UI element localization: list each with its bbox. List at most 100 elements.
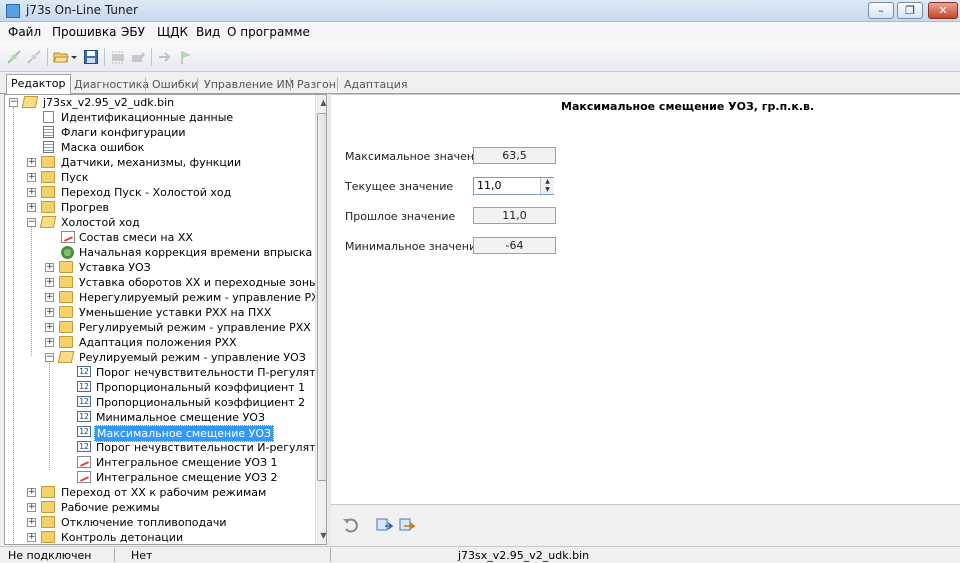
min-value-label: Минимальное значение (345, 240, 483, 253)
status-bar: Не подключен Нет j73sx_v2.95_v2_udk.bin (0, 546, 960, 563)
app-icon (6, 4, 20, 18)
expand-toggle[interactable]: + (45, 278, 54, 287)
tab-diagnostics[interactable]: Диагностика (70, 76, 153, 94)
tab-acceleration[interactable]: Разгон (293, 76, 340, 94)
collapse-toggle[interactable]: − (9, 98, 18, 107)
tree-item-label: Интегральное смещение УОЗ 1 (96, 456, 278, 469)
menu-file[interactable]: Файл (8, 25, 41, 39)
number-icon: 12 (77, 396, 91, 407)
collapse-toggle[interactable]: − (45, 353, 54, 362)
number-icon: 12 (77, 366, 91, 377)
previous-value-field: 11,0 (473, 207, 556, 224)
expand-toggle[interactable]: + (45, 293, 54, 302)
menu-view[interactable]: Вид (196, 25, 220, 39)
folder-open-icon (39, 216, 57, 228)
tree-root-label: j73sx_v2.95_v2_udk.bin (43, 96, 175, 109)
tab-errors[interactable]: Ошибки (148, 76, 202, 94)
scroll-down-icon[interactable]: ▼ (316, 528, 326, 544)
copy-to-icon[interactable] (399, 517, 417, 533)
min-value-field: -64 (473, 237, 556, 254)
scroll-up-icon[interactable]: ▲ (316, 95, 326, 111)
tree-item-label: Идентификационные данные (61, 111, 234, 124)
expand-toggle[interactable]: + (27, 158, 36, 167)
tab-adaptation[interactable]: Адаптация (340, 76, 411, 94)
maximize-button[interactable]: ❐ (897, 2, 923, 19)
expand-toggle[interactable]: + (45, 323, 54, 332)
expand-toggle[interactable]: + (27, 188, 36, 197)
chip-read-icon[interactable] (110, 49, 126, 65)
chart-icon (77, 456, 91, 468)
folder-open-icon (57, 351, 75, 363)
expand-toggle[interactable]: + (27, 518, 36, 527)
tab-separator (337, 78, 338, 91)
tree-item-label: Датчики, механизмы, функции (61, 156, 242, 169)
collapse-toggle[interactable]: − (27, 218, 36, 227)
max-value-label: Максимальное значение (345, 150, 488, 163)
arrow-right-icon[interactable] (157, 49, 173, 65)
folder-icon (59, 291, 73, 303)
connection-status: Не подключен (8, 549, 92, 562)
expand-toggle[interactable]: + (27, 173, 36, 182)
file-name-status: j73sx_v2.95_v2_udk.bin (458, 549, 590, 562)
tree-item-label: Пропорциональный коэффициент 2 (96, 396, 306, 409)
tab-editor[interactable]: Редактор (6, 74, 71, 95)
menu-shdk[interactable]: ЩДК (157, 25, 188, 39)
tree-guide-line (49, 355, 50, 470)
expand-toggle[interactable]: + (45, 338, 54, 347)
open-folder-icon[interactable] (53, 49, 69, 65)
number-icon: 12 (77, 441, 91, 452)
copy-from-icon[interactable] (376, 517, 394, 533)
minimize-button[interactable]: – (868, 2, 894, 19)
spin-down-icon[interactable]: ▼ (541, 186, 554, 194)
folder-icon (59, 261, 73, 273)
doc-icon (43, 111, 54, 123)
tree-guide-line (13, 107, 14, 544)
save-icon[interactable] (83, 49, 99, 65)
menu-firmware[interactable]: Прошивка (52, 25, 116, 39)
folder-open-icon (21, 96, 39, 108)
expand-toggle[interactable]: + (27, 503, 36, 512)
editor-action-bar (331, 504, 960, 545)
menu-bar: Файл Прошивка ЭБУ ЩДК Вид О программе (0, 22, 960, 42)
status-separator (114, 548, 115, 562)
tree-item-label: Холостой ход (61, 216, 140, 229)
tree-scrollbar[interactable]: ▲ ▼ (315, 95, 326, 544)
tab-separator (290, 78, 291, 91)
chart-icon (61, 231, 75, 243)
tab-actuators[interactable]: Управление ИМ (200, 76, 298, 94)
expand-toggle[interactable]: + (27, 533, 36, 542)
folder-icon (41, 501, 55, 513)
tree-item-label: Пуск (61, 171, 89, 184)
tab-bar: Редактор Диагностика Ошибки Управление И… (0, 72, 960, 95)
undo-icon[interactable] (341, 515, 361, 535)
number-icon: 12 (77, 426, 91, 437)
connect-icon[interactable] (6, 49, 22, 65)
toolbar-separator (47, 48, 48, 66)
expand-toggle[interactable]: + (27, 488, 36, 497)
folder-icon (41, 516, 55, 528)
tree-item-label: Адаптация положения РХХ (79, 336, 237, 349)
expand-toggle[interactable]: + (45, 263, 54, 272)
chip-write-icon[interactable] (130, 49, 146, 65)
current-value-stepper[interactable]: ▲ ▼ (540, 178, 554, 196)
chevron-down-icon[interactable] (70, 49, 78, 65)
close-button[interactable]: ✕ (928, 2, 958, 19)
menu-ecu[interactable]: ЭБУ (121, 25, 145, 39)
flag-icon[interactable] (178, 49, 194, 65)
spin-up-icon[interactable]: ▲ (541, 178, 554, 186)
disconnect-icon[interactable] (26, 49, 42, 65)
grid-icon (43, 126, 54, 138)
folder-icon (41, 201, 55, 213)
tree-item-label: Рабочие режимы (61, 501, 160, 514)
expand-toggle[interactable]: + (27, 203, 36, 212)
tree-item-label: Нерегулируемый режим - управление РХХ (79, 291, 327, 304)
tree-item-label: Начальная коррекция времени впрыска ХХ (79, 246, 327, 259)
menu-about[interactable]: О программе (227, 25, 310, 39)
tree-item-label: Переход от ХХ к рабочим режимам (61, 486, 267, 499)
tree-item-label: Пропорциональный коэффициент 1 (96, 381, 306, 394)
scrollbar-thumb[interactable] (317, 113, 326, 481)
tree-item-label: Флаги конфигурации (61, 126, 186, 139)
parameter-tree[interactable]: − j73sx_v2.95_v2_udk.bin Идентификационн… (4, 94, 327, 545)
expand-toggle[interactable]: + (45, 308, 54, 317)
folder-icon (41, 486, 55, 498)
